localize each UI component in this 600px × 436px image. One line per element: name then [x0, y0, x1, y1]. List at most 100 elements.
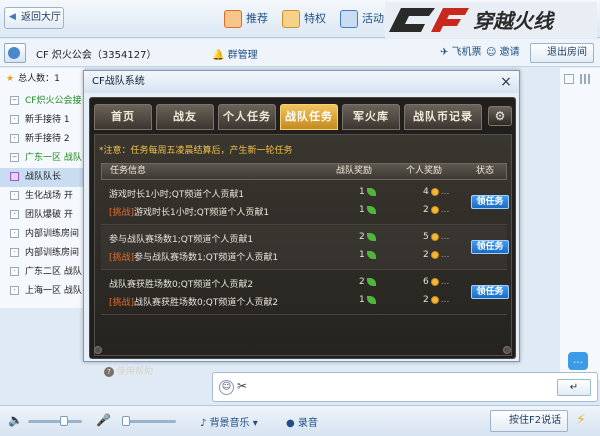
channel-icon: ·: [10, 286, 19, 295]
leaf-icon: [366, 205, 376, 214]
coin-icon: [430, 250, 439, 259]
team-reward: 2: [359, 277, 376, 287]
team-tabs: 首页 战友 个人任务 战队任务 军火库 战队币记录 ⚙: [94, 104, 512, 130]
sidebar-item-team-captain[interactable]: 战队队长: [0, 168, 86, 187]
take-task-button[interactable]: 领任务: [471, 240, 509, 254]
view-toggle-icon[interactable]: [564, 74, 574, 84]
top-bar: ◀ 返回大厅 推荐 特权 活动 穿越火线: [0, 0, 600, 38]
team-reward: 1: [359, 205, 376, 215]
tab-teammates[interactable]: 战友: [156, 104, 214, 130]
scissors-icon[interactable]: ✂: [237, 379, 252, 394]
nav-activity-label: 活动: [362, 12, 384, 25]
sidebar-item-cf-guild[interactable]: − CF炽火公会接: [0, 92, 86, 111]
tab-home[interactable]: 首页: [94, 104, 152, 130]
tab-personal-tasks[interactable]: 个人任务: [218, 104, 276, 130]
task-notice: *注意：任务每周五凌晨结算后，产生新一轮任务: [99, 146, 293, 156]
take-task-button[interactable]: 领任务: [471, 195, 509, 209]
nav-privilege[interactable]: 特权: [282, 8, 326, 30]
coin-icon: [430, 187, 439, 196]
help-link[interactable]: ? 使用帮助: [104, 364, 153, 377]
channel-icon: ·: [10, 210, 19, 219]
personal-reward-value: 6: [423, 277, 429, 287]
lightning-icon[interactable]: ⚡: [576, 412, 586, 428]
help-icon: ?: [104, 367, 114, 377]
team-tasks-content: *注意：任务每周五凌晨结算后，产生新一轮任务 任务信息 战队奖励 个人奖励 状态…: [94, 134, 512, 356]
task-challenge-text: 参与战队赛场数1;QT频道个人贡献1: [134, 253, 279, 263]
sidebar-item-label: 团队爆破 开: [25, 210, 73, 220]
emoji-icon[interactable]: ☺: [219, 380, 234, 395]
more-dots: ...: [440, 187, 450, 197]
slider-knob[interactable]: [122, 416, 130, 426]
exit-room-button[interactable]: 退出房间: [530, 43, 594, 63]
message-input-area[interactable]: ☺ ✂ ↵: [212, 372, 598, 402]
collapse-icon: −: [10, 153, 19, 162]
personal-reward-value: 4: [423, 187, 429, 197]
group-management-link[interactable]: 🔔 群管理: [212, 46, 258, 61]
sidebar-item-label: 战队队长: [25, 172, 62, 182]
send-button[interactable]: ↵: [557, 379, 591, 396]
nav-activity[interactable]: 活动: [340, 8, 384, 30]
sidebar-item-label: 内部训练房间: [25, 229, 80, 239]
sidebar-item-newbie-1[interactable]: · 新手接待 1: [0, 111, 86, 130]
nav-recommend-label: 推荐: [246, 12, 268, 25]
leaf-icon: [366, 277, 376, 286]
sidebar-item-label: 广东二区 战队: [25, 267, 82, 277]
speaker-icon[interactable]: 🔈: [8, 413, 23, 429]
sidebar-item-team-blast[interactable]: · 团队爆破 开: [0, 206, 86, 225]
close-icon[interactable]: ×: [498, 74, 514, 90]
sidebar-item-training-1[interactable]: · 内部训练房间: [0, 225, 86, 244]
back-arrow-icon: ◀: [9, 12, 16, 22]
background-music-button[interactable]: ♪ 背景音乐 ▾: [200, 414, 258, 429]
nav-recommend[interactable]: 推荐: [224, 8, 268, 30]
tab-team-tasks[interactable]: 战队任务: [280, 104, 338, 130]
team-reward-value: 1: [359, 187, 365, 197]
sidebar-item-newbie-2[interactable]: · 新手接待 2: [0, 130, 86, 149]
more-dots: ...: [440, 205, 450, 215]
channel-avatar-selector[interactable]: [4, 43, 26, 63]
table-row: 战队赛获胜场数0;QT频道个人贡献2 [挑战]战队赛获胜场数0;QT频道个人贡献…: [101, 271, 509, 315]
total-members-label: 总人数：1: [18, 74, 60, 84]
background-music-label: 背景音乐: [209, 418, 250, 429]
table-row: 参与战队赛场数1;QT频道个人贡献1 [挑战]参与战队赛场数1;QT频道个人贡献…: [101, 226, 509, 270]
channel-icon: ·: [10, 248, 19, 257]
chat-bubble-icon[interactable]: …: [568, 352, 588, 370]
challenge-tag: [挑战]: [109, 253, 135, 263]
speaker-volume-slider[interactable]: [28, 416, 82, 426]
sidebar-item-gd1-team[interactable]: − 广东一区 战队: [0, 149, 86, 168]
group-management-label: 群管理: [227, 50, 258, 61]
grid-view-icon[interactable]: [580, 74, 592, 84]
gift-icon: [282, 10, 300, 28]
sidebar-item-sh1-team[interactable]: · 上海一区 战队: [0, 282, 86, 301]
sidebar-item-label: CF炽火公会接: [25, 96, 82, 106]
airplane-ticket-button[interactable]: ✈ 飞机票: [440, 44, 482, 62]
sidebar-item-bio-battle[interactable]: · 生化战场 开: [0, 187, 86, 206]
more-dots: ...: [440, 250, 450, 260]
record-button[interactable]: ● 录音: [286, 414, 318, 429]
sidebar-item-label: 上海一区 战队: [25, 286, 82, 296]
header-team-reward: 战队奖励: [336, 166, 373, 176]
microphone-icon[interactable]: 🎤: [96, 413, 111, 429]
push-to-talk-button[interactable]: 按住F2说话 ▾: [490, 410, 568, 436]
tab-armory[interactable]: 军火库: [342, 104, 400, 130]
task-challenge: [挑战]参与战队赛场数1;QT频道个人贡献1: [109, 250, 278, 263]
personal-reward: 4...: [423, 187, 449, 197]
invite-button[interactable]: ☺ 邀请: [486, 44, 520, 62]
sidebar-item-gd2-team[interactable]: · 广东二区 战队: [0, 263, 86, 282]
take-task-button[interactable]: 领任务: [471, 285, 509, 299]
sidebar-item-label: 新手接待 1: [25, 115, 70, 125]
leaf-icon: [366, 187, 376, 196]
gear-icon[interactable]: ⚙: [488, 106, 512, 126]
tab-coin-record[interactable]: 战队币记录: [404, 104, 482, 130]
channel-icon: ·: [10, 229, 19, 238]
coin-icon: [430, 277, 439, 286]
mic-volume-slider[interactable]: [122, 416, 176, 426]
back-to-lobby-button[interactable]: ◀ 返回大厅: [4, 7, 64, 29]
sidebar-item-training-2[interactable]: · 内部训练房间: [0, 244, 86, 263]
task-challenge-text: 战队赛获胜场数0;QT频道个人贡献2: [134, 298, 279, 308]
leaf-icon: [366, 250, 376, 259]
personal-reward-value: 2: [423, 295, 429, 305]
slider-knob[interactable]: [60, 416, 68, 426]
total-members: ★ 总人数：1: [0, 70, 86, 89]
personal-reward: 2...: [423, 250, 449, 260]
bottom-bar: 🔈 🎤 ♪ 背景音乐 ▾ ● 录音 按住F2说话 ▾ ⚡: [0, 405, 600, 436]
